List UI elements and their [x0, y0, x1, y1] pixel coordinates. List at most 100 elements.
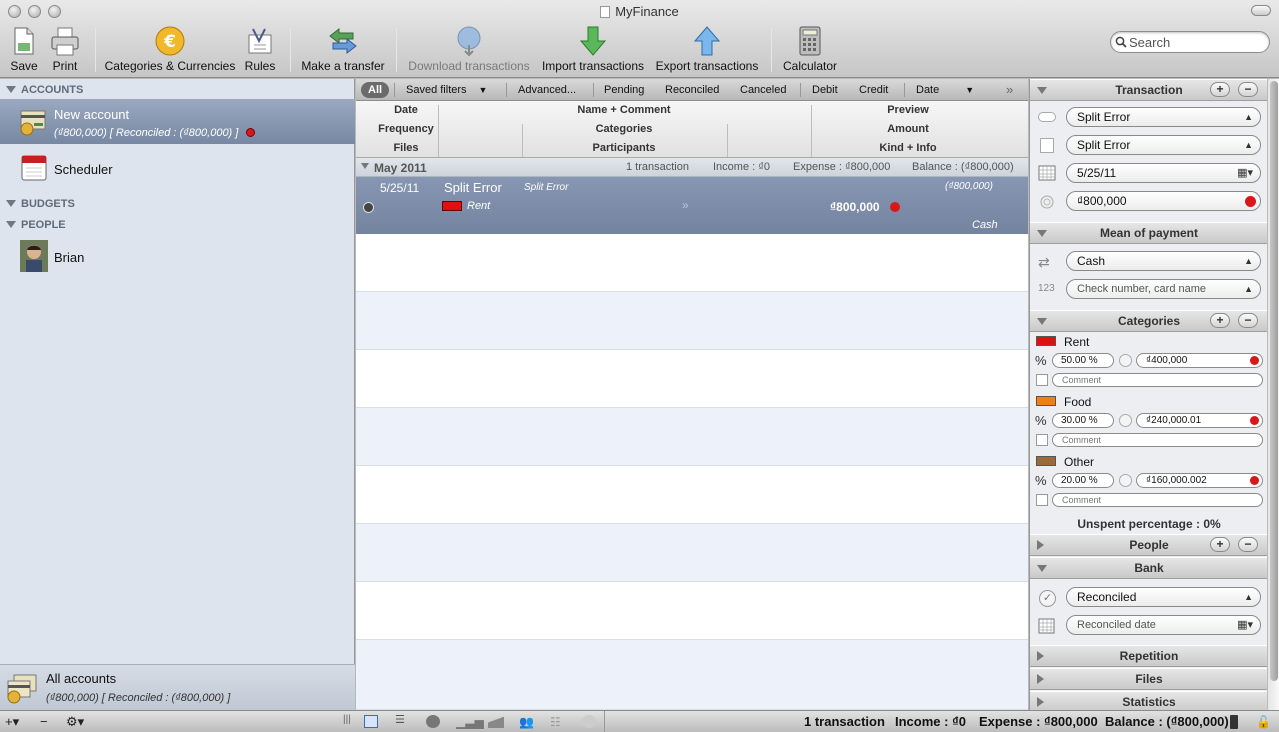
chevron-down-icon: ▼ [965, 85, 975, 95]
category-comment-field[interactable]: Comment [1052, 493, 1263, 507]
import-transactions-button[interactable]: Import transactions [538, 25, 648, 75]
date-filter-menu[interactable]: Date ▼ [916, 82, 974, 98]
filter-pending-button[interactable]: Pending [604, 82, 644, 98]
date-field[interactable]: 5/25/11 ▦▾ [1066, 163, 1261, 183]
gear-icon[interactable]: ⚙▾ [66, 714, 84, 730]
sidebar-item-all-accounts[interactable]: All accounts (₫800,000) [ Reconciled : (… [0, 664, 355, 710]
column-date[interactable]: Date [356, 104, 456, 116]
category-amount-field[interactable]: ₫400,000 [1136, 353, 1263, 368]
filter-reconciled-button[interactable]: Reconciled [665, 82, 719, 98]
name-select[interactable]: Split Error ▲ [1066, 107, 1261, 127]
budget-view-icon[interactable]: ☷ [550, 715, 564, 729]
name-field-icon [1038, 112, 1056, 122]
bar-chart-icon[interactable]: ▁▃▅ [456, 715, 484, 729]
people-section-header[interactable]: People + − [1030, 534, 1267, 556]
add-account-button[interactable]: +▾ [5, 714, 19, 730]
remove-person-button[interactable]: − [1238, 537, 1258, 552]
sidebar-item-scheduler[interactable]: Scheduler [0, 152, 355, 188]
add-button[interactable]: + [1210, 82, 1230, 97]
scrollbar-thumb[interactable] [1270, 81, 1278, 681]
bank-status-select[interactable]: Reconciled ▲ [1066, 587, 1261, 607]
column-preview[interactable]: Preview [808, 104, 1008, 116]
sidebar-item-new-account[interactable]: New account (₫800,000) [ Reconciled : (₫… [0, 99, 355, 144]
categories-currencies-button[interactable]: € Categories & Currencies [104, 25, 236, 75]
search-field[interactable] [1110, 31, 1270, 53]
remove-account-button[interactable]: − [40, 714, 48, 729]
filter-credit-button[interactable]: Credit [859, 82, 888, 98]
lock-icon[interactable]: 🔓 [1256, 715, 1271, 729]
budgets-section-header[interactable]: BUDGETS [0, 195, 355, 213]
calculator-button[interactable]: Calculator [780, 25, 840, 75]
saved-filters-menu[interactable]: Saved filters ▼ [406, 82, 487, 98]
category-amount-field[interactable]: ₫240,000.01 [1136, 413, 1263, 428]
pie-chart-icon[interactable] [426, 715, 440, 728]
rules-button[interactable]: Rules [243, 25, 277, 75]
column-frequency[interactable]: Frequency [356, 123, 456, 135]
payment-section-header[interactable]: Mean of payment [1030, 222, 1267, 244]
disclosure-triangle-icon [6, 86, 16, 93]
bank-section-header[interactable]: Bank [1030, 557, 1267, 579]
transaction-section-header[interactable]: Transaction + − [1030, 79, 1267, 101]
statistics-section-header[interactable]: Statistics [1030, 691, 1267, 710]
category-comment-field[interactable]: Comment [1052, 433, 1263, 447]
add-person-button[interactable]: + [1210, 537, 1230, 552]
column-name-comment[interactable]: Name + Comment [524, 104, 724, 116]
toolbar-toggle-button[interactable] [1251, 5, 1271, 16]
column-kind-info[interactable]: Kind + Info [808, 142, 1008, 154]
column-categories[interactable]: Categories [524, 123, 724, 135]
list-view-icon[interactable] [364, 715, 378, 728]
column-participants[interactable]: Participants [524, 142, 724, 154]
advanced-filter-button[interactable]: Advanced... [518, 82, 576, 98]
inspector-scrollbar[interactable] [1267, 79, 1279, 710]
category-color-swatch [442, 201, 462, 211]
date-picker-icon[interactable]: ▦▾ [1237, 616, 1253, 634]
area-chart-icon[interactable] [488, 715, 504, 728]
category-amount-field[interactable]: ₫160,000.002 [1136, 473, 1263, 488]
table-row[interactable]: 5/25/11 Split Error Split Error Rent » (… [356, 177, 1028, 234]
make-transfer-button[interactable]: Make a transfer [300, 25, 386, 75]
comment-select[interactable]: Split Error ▲ [1066, 135, 1261, 155]
save-button[interactable]: Save [8, 25, 40, 75]
globe-icon[interactable] [582, 715, 596, 728]
chevron-down-icon: ▼ [478, 85, 488, 95]
transfer-icon: ⇄ [1038, 254, 1050, 270]
category-percent-field[interactable]: 20.00 % [1052, 473, 1114, 488]
category-comment-field[interactable]: Comment [1052, 373, 1263, 387]
month-group-header[interactable]: May 2011 1 transaction Income : ₫0 Expen… [356, 158, 1028, 177]
search-input[interactable] [1129, 34, 1264, 50]
people-view-icon[interactable]: 👥 [519, 715, 534, 729]
reconciled-date-field[interactable]: Reconciled date ▦▾ [1066, 615, 1261, 635]
filter-debit-button[interactable]: Debit [812, 82, 838, 98]
remove-button[interactable]: − [1238, 82, 1258, 97]
expense-arrow-icon[interactable] [1245, 196, 1256, 207]
check-number-field[interactable]: Check number, card name ▲ [1066, 279, 1261, 299]
percent-icon: % [1035, 473, 1047, 488]
column-amount[interactable]: Amount [808, 123, 1008, 135]
files-section-header[interactable]: Files [1030, 668, 1267, 690]
overflow-chevron-icon[interactable]: » [1006, 82, 1013, 98]
payment-method-select[interactable]: Cash ▲ [1066, 251, 1261, 271]
category-percent-field[interactable]: 30.00 % [1052, 413, 1114, 428]
arrow-up-icon [653, 25, 761, 57]
detail-view-icon[interactable]: ☰ [395, 715, 409, 728]
print-button[interactable]: Print [49, 25, 81, 75]
people-section-header[interactable]: PEOPLE [0, 216, 355, 234]
comment-icon [1036, 374, 1048, 386]
column-files[interactable]: Files [356, 142, 456, 154]
amount-field[interactable]: ₫800,000 [1066, 191, 1261, 211]
add-category-button[interactable]: + [1210, 313, 1230, 328]
reconciled-check-icon[interactable] [363, 202, 374, 213]
accounts-section-header[interactable]: ACCOUNTS [0, 81, 355, 99]
sidebar-item-brian[interactable]: Brian [0, 240, 355, 276]
category-percent-field[interactable]: 50.00 % [1052, 353, 1114, 368]
resize-handle-icon[interactable]: ||| [343, 714, 351, 725]
download-transactions-button[interactable]: Download transactions [406, 25, 532, 75]
date-picker-icon[interactable]: ▦▾ [1237, 164, 1253, 182]
toolbar-separator [396, 28, 397, 72]
remove-category-button[interactable]: − [1238, 313, 1258, 328]
filter-all-button[interactable]: All [361, 82, 390, 98]
filter-canceled-button[interactable]: Canceled [740, 82, 786, 98]
repetition-section-header[interactable]: Repetition [1030, 645, 1267, 667]
export-transactions-button[interactable]: Export transactions [653, 25, 761, 75]
categories-section-header[interactable]: Categories + − [1030, 310, 1267, 332]
